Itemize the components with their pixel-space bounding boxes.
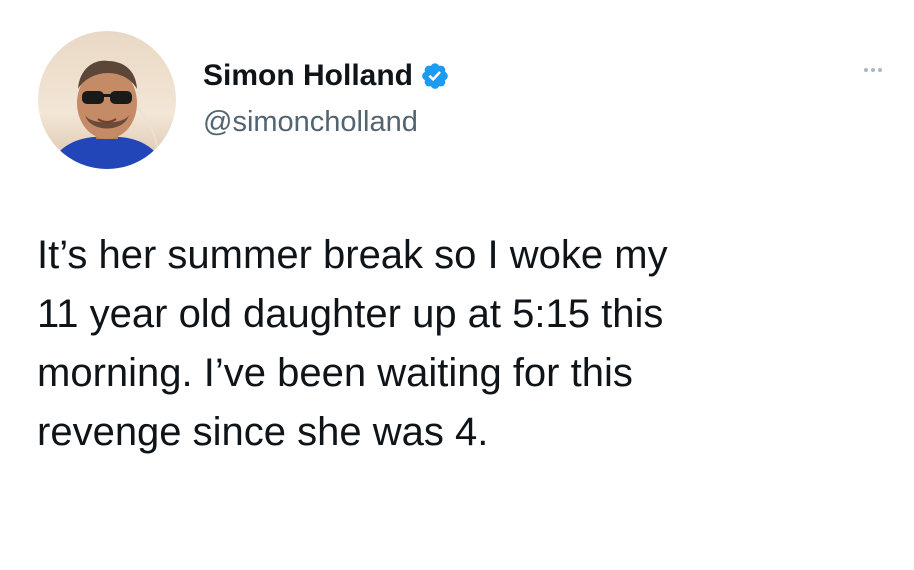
author-handle[interactable]: @simoncholland (203, 106, 418, 139)
author-avatar[interactable] (38, 31, 176, 169)
tweet-text-line: revenge since she was 4. (37, 410, 489, 454)
verified-badge-icon (420, 61, 450, 91)
more-options-icon (864, 68, 882, 72)
tweet-text-line: 11 year old daughter up at 5:15 this (37, 292, 664, 336)
tweet-text-line: It’s her summer break so I woke my (37, 233, 668, 277)
author-display-name[interactable]: Simon Holland (203, 59, 413, 93)
tweet-text: It’s her summer break so I woke my 11 ye… (37, 226, 897, 462)
tweet-card: Simon Holland @simoncholland It’s her su… (0, 0, 914, 570)
more-options-button[interactable] (858, 60, 888, 80)
tweet-text-line: morning. I’ve been waiting for this (37, 351, 633, 395)
avatar-photo-icon (38, 31, 176, 169)
author-name-row: Simon Holland (203, 56, 450, 96)
